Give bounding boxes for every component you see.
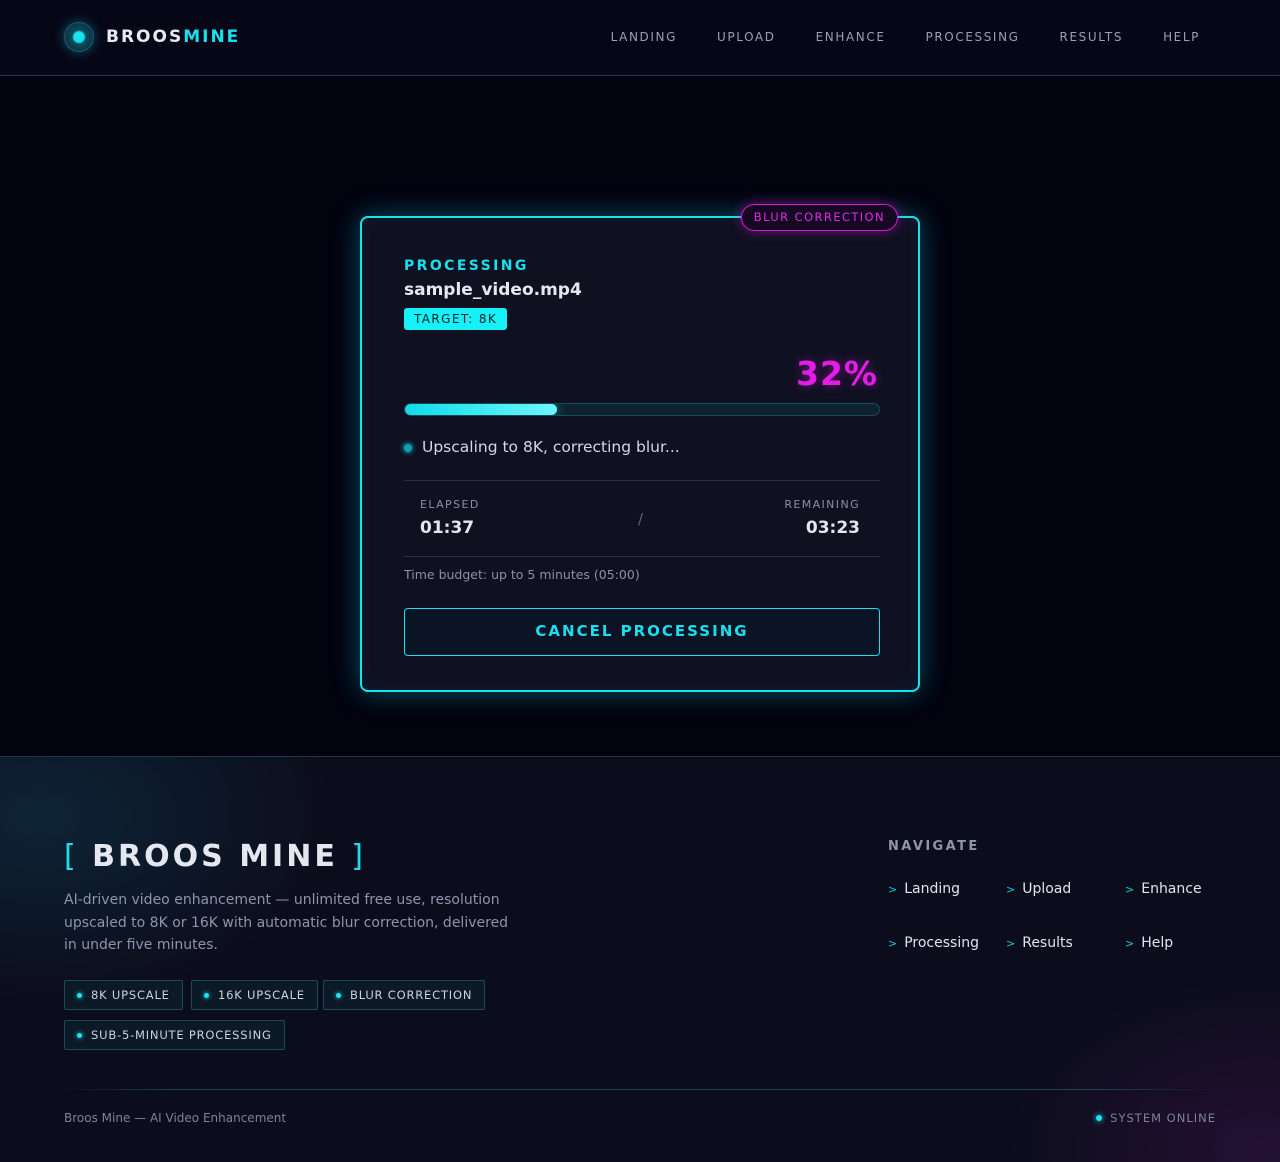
feature-chip-blur: BLUR CORRECTION — [323, 980, 486, 1010]
logo-text-part2: MINE — [183, 27, 241, 47]
top-header: BROOSMINE LANDING UPLOAD ENHANCE PROCESS… — [0, 0, 1280, 76]
brand-name: BROOS MINE — [92, 839, 338, 874]
processing-label: PROCESSING — [404, 258, 529, 274]
footer-nav-title: NAVIGATE — [888, 839, 980, 854]
chevron-right-icon: > — [888, 883, 898, 896]
feature-chip-16k: 16K UPSCALE — [191, 980, 318, 1010]
nav-enhance[interactable]: ENHANCE — [816, 30, 886, 44]
time-budget: Time budget: up to 5 minutes (05:00) — [404, 567, 640, 582]
footer-nav-label: Results — [1022, 935, 1073, 951]
elapsed-value: 01:37 — [420, 518, 475, 538]
nav-help[interactable]: HELP — [1163, 30, 1200, 44]
nav-processing[interactable]: PROCESSING — [926, 30, 1020, 44]
status-dot-icon — [1096, 1115, 1103, 1121]
footer-brand: [ BROOS MINE ] — [64, 839, 366, 874]
file-name: sample_video.mp4 — [404, 280, 582, 300]
footer-divider — [64, 1089, 1216, 1090]
footer-nav-label: Processing — [904, 935, 979, 951]
logo-text: BROOSMINE — [106, 27, 240, 47]
main-nav: LANDING UPLOAD ENHANCE PROCESSING RESULT… — [611, 30, 1200, 44]
status-dot-icon — [404, 444, 412, 452]
system-status: SYSTEM ONLINE — [1096, 1111, 1216, 1125]
processing-card-wrapper: PROCESSING sample_video.mp4 TARGET: 8K 3… — [360, 204, 920, 692]
footer-nav-label: Landing — [904, 881, 961, 897]
brand-bracket-open: [ — [64, 839, 79, 874]
progress-fill — [405, 404, 557, 415]
chevron-right-icon: > — [888, 937, 898, 950]
footer-nav-label: Enhance — [1141, 881, 1202, 897]
chevron-right-icon: > — [1006, 883, 1016, 896]
footer-nav-results[interactable]: > Results — [1006, 935, 1073, 951]
brand-bracket-close: ] — [351, 839, 366, 874]
nav-upload[interactable]: UPLOAD — [717, 30, 776, 44]
logo-text-part1: BROOS — [106, 27, 184, 47]
progress-bar — [404, 403, 880, 416]
footer-nav-processing[interactable]: > Processing — [888, 935, 979, 951]
logo[interactable]: BROOSMINE — [64, 22, 240, 52]
progress-percent: 32% — [796, 354, 878, 393]
feature-chip-8k: 8K UPSCALE — [64, 980, 183, 1010]
divider-bottom — [404, 556, 880, 557]
system-status-text: SYSTEM ONLINE — [1110, 1111, 1216, 1125]
footer-nav-upload[interactable]: > Upload — [1006, 881, 1071, 897]
footer-nav-enhance[interactable]: > Enhance — [1125, 881, 1202, 897]
copyright-text: Broos Mine — AI Video Enhancement — [64, 1111, 287, 1125]
processing-card: PROCESSING sample_video.mp4 TARGET: 8K 3… — [360, 216, 920, 692]
divider-top — [404, 480, 880, 481]
time-separator: / — [638, 510, 644, 528]
nav-results[interactable]: RESULTS — [1060, 30, 1124, 44]
footer: [ BROOS MINE ] AI-driven video enhanceme… — [0, 756, 1280, 1162]
target-badge: TARGET: 8K — [404, 308, 508, 330]
blur-correction-tag: BLUR CORRECTION — [740, 204, 898, 231]
chevron-right-icon: > — [1125, 937, 1135, 950]
logo-orb-icon — [64, 22, 94, 52]
remaining-value: 03:23 — [805, 518, 860, 538]
chevron-right-icon: > — [1125, 883, 1135, 896]
status-text: Upscaling to 8K, correcting blur... — [422, 438, 680, 456]
brand-description: AI-driven video enhancement — unlimited … — [64, 892, 509, 953]
elapsed-label: ELAPSED — [420, 498, 480, 511]
footer-nav-label: Help — [1141, 935, 1174, 951]
footer-nav-landing[interactable]: > Landing — [888, 881, 960, 897]
footer-nav-help[interactable]: > Help — [1125, 935, 1173, 951]
cancel-processing-button[interactable]: CANCEL PROCESSING — [404, 608, 880, 656]
chevron-right-icon: > — [1006, 937, 1016, 950]
nav-landing[interactable]: LANDING — [611, 30, 677, 44]
feature-chip-speed: SUB-5-MINUTE PROCESSING — [64, 1020, 285, 1050]
footer-nav-label: Upload — [1022, 881, 1072, 897]
remaining-label: REMAINING — [784, 498, 860, 511]
